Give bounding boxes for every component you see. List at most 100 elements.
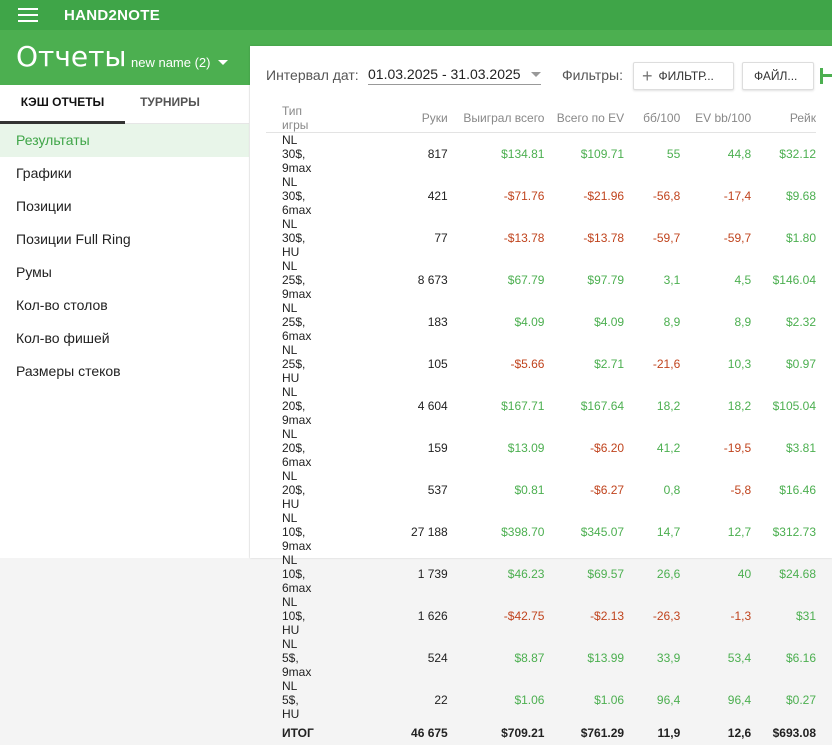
plus-icon: + <box>642 66 653 86</box>
table-row[interactable]: NL 25$, 6max 183 $4.09 $4.09 8,9 8,9 $2.32 <box>266 301 816 343</box>
sidebar-nav: Результаты Графики Позиции Позиции Full … <box>0 124 249 388</box>
cell-bb100: 26,6 <box>656 567 681 581</box>
report-panel: Интервал дат: 01.03.2025 - 31.03.2025 Фи… <box>250 46 832 740</box>
partial-toolbar-icon[interactable] <box>818 64 832 88</box>
report-name-dropdown[interactable]: new name (2) <box>131 55 229 70</box>
chevron-down-icon <box>218 60 229 65</box>
cell-hands: 421 <box>427 189 448 203</box>
table-row[interactable]: NL 5$, HU 22 $1.06 $1.06 96,4 96,4 $0.27 <box>266 679 816 721</box>
cell-ev-total: $13.99 <box>587 651 625 665</box>
cell-ev-bb100: 8,9 <box>734 315 752 329</box>
table-row[interactable]: NL 30$, 6max 421 -$71.76 -$21.96 -56,8 -17,4 $… <box>266 175 816 217</box>
top-bar: HAND2NOTE <box>0 0 832 30</box>
table-row[interactable]: NL 10$, 9max 27 188 $398.70 $345.07 14,7 12,7… <box>266 511 816 553</box>
cell-bb100: 96,4 <box>656 693 681 707</box>
cell-won-total: $398.70 <box>501 525 545 539</box>
col-header-rake[interactable]: Рейк <box>751 104 816 133</box>
cell-ev-total: -$13.78 <box>583 231 625 245</box>
sidebar-item-table-count[interactable]: Кол-во столов <box>0 289 249 322</box>
cell-bb100: 11,9 <box>657 726 681 740</box>
table-total-row[interactable]: ИТОГ 46 675 $709.21 $761.29 11,9 12,6 $693.08 <box>266 721 816 745</box>
cell-won-total: $13.09 <box>507 441 545 455</box>
cell-ev-total: -$6.27 <box>590 483 625 497</box>
cell-bb100: -56,8 <box>652 189 681 203</box>
cell-ev-total: $167.64 <box>580 399 625 413</box>
app-title: HAND2NOTE <box>64 6 161 24</box>
cell-ev-total: $2.71 <box>594 357 625 371</box>
col-header-bb100[interactable]: бб/100 <box>624 104 681 133</box>
table-row[interactable]: NL 20$, 6max 159 $13.09 -$6.20 41,2 -19,5 $3.8… <box>266 427 816 469</box>
tab-tournaments[interactable]: ТУРНИРЫ <box>125 85 215 121</box>
cell-hands: 159 <box>427 441 448 455</box>
cell-won-total: $167.71 <box>501 399 545 413</box>
cell-game-type: NL 25$, 9max <box>282 259 312 301</box>
page-title: Отчеты <box>16 40 127 73</box>
cell-hands: 537 <box>427 483 448 497</box>
cell-ev-bb100: -5,8 <box>730 483 752 497</box>
tab-cash-reports[interactable]: КЭШ ОТЧЕТЫ <box>0 85 125 124</box>
cell-won-total: $4.09 <box>514 315 545 329</box>
files-button[interactable]: ФАЙЛ... <box>742 62 814 90</box>
cell-game-type: NL 25$, HU <box>282 343 306 385</box>
table-row[interactable]: NL 10$, HU 1 626 -$42.75 -$2.13 -26,3 -1,3 $31 <box>266 595 816 637</box>
table-row[interactable]: NL 25$, 9max 8 673 $67.79 $97.79 3,1 4,5 $146.… <box>266 259 816 301</box>
cell-hands: 22 <box>434 693 448 707</box>
cell-rake: $16.46 <box>779 483 816 497</box>
cell-rake: $24.68 <box>779 567 816 581</box>
cell-rake: $312.73 <box>772 525 816 539</box>
menu-icon[interactable] <box>18 8 38 22</box>
sidebar-item-chip-count[interactable]: Кол-во фишей <box>0 322 249 355</box>
table-header-row: Тип игры Руки Выиграл всего Всего по EV … <box>266 104 816 133</box>
date-interval-label: Интервал дат: <box>266 67 359 83</box>
cell-bb100: 0,8 <box>663 483 681 497</box>
date-range-select[interactable]: 01.03.2025 - 31.03.2025 <box>368 66 541 85</box>
cell-ev-bb100: 4,5 <box>734 273 752 287</box>
col-header-ev-total[interactable]: Всего по EV <box>544 104 625 133</box>
cell-game-type: NL 10$, 6max <box>282 553 312 595</box>
cell-ev-total: -$6.20 <box>590 441 625 455</box>
table-row[interactable]: NL 20$, HU 537 $0.81 -$6.27 0,8 -5,8 $16.46 <box>266 469 816 511</box>
table-row[interactable]: NL 30$, HU 77 -$13.78 -$13.78 -59,7 -59,7 $1.8… <box>266 217 816 259</box>
cell-hands: 183 <box>427 315 448 329</box>
cell-won-total: $46.23 <box>507 567 545 581</box>
cell-bb100: 3,1 <box>663 273 681 287</box>
col-header-hands[interactable]: Руки <box>313 104 448 133</box>
sidebar-item-results[interactable]: Результаты <box>0 124 249 157</box>
cell-bb100: 55 <box>666 147 681 161</box>
cell-game-type: NL 10$, HU <box>282 595 306 637</box>
col-header-ev-bb100[interactable]: EV bb/100 <box>680 104 752 133</box>
sidebar-item-rooms[interactable]: Румы <box>0 256 249 289</box>
sidebar-item-positions[interactable]: Позиции <box>0 190 249 223</box>
sidebar-item-stack-sizes[interactable]: Размеры стеков <box>0 355 249 388</box>
cell-ev-bb100: 44,8 <box>727 147 752 161</box>
cell-bb100: -26,3 <box>652 609 681 623</box>
table-row[interactable]: NL 5$, 9max 524 $8.87 $13.99 33,9 53,4 $6.16 <box>266 637 816 679</box>
cell-bb100: -59,7 <box>652 231 681 245</box>
table-row[interactable]: NL 30$, 9max 817 $134.81 $109.71 55 44,8 $32.1… <box>266 133 816 175</box>
cell-won-total: $8.87 <box>514 651 545 665</box>
table-row[interactable]: NL 20$, 9max 4 604 $167.71 $167.64 18,2 18,2 $… <box>266 385 816 427</box>
col-header-game-type[interactable]: Тип игры <box>266 104 314 133</box>
sidebar-item-graphs[interactable]: Графики <box>0 157 249 190</box>
cell-ev-total: -$2.13 <box>590 609 625 623</box>
filter-button-label: ФИЛЬТР... <box>658 69 714 83</box>
cell-ev-total: -$21.96 <box>583 189 625 203</box>
cell-rake: $2.32 <box>785 315 816 329</box>
cell-ev-bb100: 12,7 <box>727 525 752 539</box>
filters-label: Фильтры: <box>562 67 623 83</box>
cell-ev-bb100: -59,7 <box>723 231 752 245</box>
cell-hands: 46 675 <box>411 726 448 740</box>
table-row[interactable]: NL 25$, HU 105 -$5.66 $2.71 -21,6 10,3 $0.97 <box>266 343 816 385</box>
sidebar-item-positions-full-ring[interactable]: Позиции Full Ring <box>0 223 249 256</box>
report-name-label: new name (2) <box>131 55 211 70</box>
cell-bb100: 8,9 <box>663 315 681 329</box>
cell-bb100: 18,2 <box>656 399 681 413</box>
col-header-won-total[interactable]: Выиграл всего <box>447 104 545 133</box>
cell-rake: $0.27 <box>785 693 816 707</box>
cell-hands: 8 673 <box>417 273 448 287</box>
cell-game-type: NL 20$, 6max <box>282 427 312 469</box>
cell-ev-total: $1.06 <box>594 693 625 707</box>
table-row[interactable]: NL 10$, 6max 1 739 $46.23 $69.57 26,6 40 $24.6… <box>266 553 816 595</box>
filter-button[interactable]: + ФИЛЬТР... <box>633 62 734 90</box>
cell-game-type: NL 30$, 9max <box>282 133 312 175</box>
